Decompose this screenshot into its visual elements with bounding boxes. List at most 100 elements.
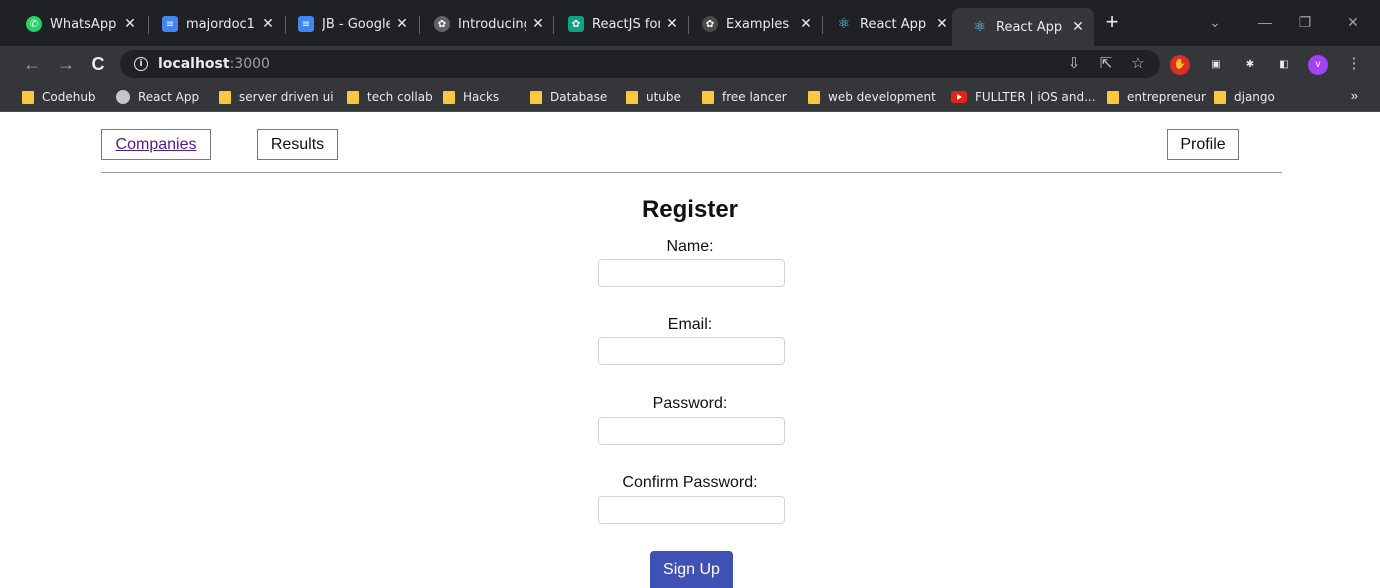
bookmark-label: utube — [646, 90, 681, 104]
browser-tab-bar: ✆ WhatsApp ✕ ≡ majordoc1 - ✕ ≡ JB - Goog… — [0, 0, 1380, 46]
bookmark-item[interactable]: Codehub — [22, 88, 96, 106]
bookmark-label: Hacks — [463, 90, 500, 104]
new-tab-button[interactable]: + — [1100, 10, 1124, 34]
folder-icon — [347, 90, 359, 104]
close-icon[interactable]: ✕ — [530, 16, 546, 32]
adblock-extension-icon[interactable]: ✋ — [1170, 55, 1190, 75]
bookmark-label: server driven ui — [239, 90, 334, 104]
bookmark-item[interactable]: FULLTER | iOS and... — [951, 88, 1096, 106]
tab-whatsapp[interactable]: ✆ WhatsApp ✕ — [6, 8, 146, 40]
nav-results-button[interactable]: Results — [257, 129, 338, 160]
bookmark-item[interactable]: server driven ui — [219, 88, 334, 106]
folder-icon — [808, 90, 820, 104]
install-app-icon[interactable]: ⇩ — [1062, 50, 1086, 78]
address-bar[interactable]: i localhost:3000 — [120, 50, 1160, 78]
close-icon[interactable]: ✕ — [934, 16, 950, 32]
close-icon[interactable]: ✕ — [798, 16, 814, 32]
tab-title: JB - Google — [322, 16, 390, 32]
name-field[interactable] — [598, 259, 785, 287]
close-icon[interactable]: ✕ — [664, 16, 680, 32]
bookmark-item[interactable]: Database — [530, 88, 607, 106]
folder-icon — [702, 90, 714, 104]
profile-avatar[interactable]: v — [1308, 55, 1328, 75]
app-navbar: Companies Results Profile — [101, 112, 1282, 173]
react-icon: ⚛ — [837, 16, 851, 32]
bookmark-item[interactable]: React App — [116, 88, 199, 106]
folder-icon — [1214, 90, 1226, 104]
email-label: Email: — [667, 316, 713, 333]
restore-icon[interactable]: ❐ — [1290, 8, 1320, 36]
bookmark-label: django — [1234, 90, 1275, 104]
close-icon[interactable]: ✕ — [260, 16, 276, 32]
picture-in-picture-icon[interactable]: ▣ — [1206, 55, 1226, 75]
page-title: Register — [641, 196, 739, 223]
password-label: Password: — [652, 395, 728, 412]
side-panel-icon[interactable]: ◧ — [1274, 55, 1294, 75]
chatgpt-icon: ✿ — [568, 16, 584, 32]
minimize-icon[interactable]: — — [1250, 8, 1280, 36]
tab-title: majordoc1 - — [186, 16, 256, 32]
tab-search-icon[interactable]: ⌄ — [1200, 8, 1230, 36]
site-info-icon[interactable]: i — [134, 57, 148, 71]
share-icon[interactable]: ⇱ — [1094, 50, 1118, 78]
whatsapp-icon: ✆ — [26, 16, 42, 32]
bookmark-item[interactable]: entrepreneur — [1107, 88, 1206, 106]
close-icon[interactable]: ✕ — [394, 16, 410, 32]
bookmark-label: React App — [138, 90, 200, 104]
close-icon[interactable]: ✕ — [122, 16, 138, 32]
extensions-puzzle-icon[interactable]: ✱ — [1240, 55, 1260, 75]
url-host: localhost — [158, 56, 230, 72]
folder-icon — [219, 90, 231, 104]
confirm-password-field[interactable] — [598, 496, 785, 524]
tab-react-app-active[interactable]: ⚛ React App ✕ — [952, 8, 1094, 46]
bookmark-item[interactable]: tech collab — [347, 88, 433, 106]
tab-reactjs[interactable]: ✿ ReactJS for ✕ — [548, 8, 688, 40]
bookmark-star-icon[interactable]: ☆ — [1126, 50, 1150, 78]
youtube-icon — [951, 91, 967, 103]
google-docs-icon: ≡ — [298, 16, 314, 32]
bookmarks-bar: Codehub React App server driven ui tech … — [0, 82, 1380, 112]
bookmark-label: entrepreneur — [1127, 90, 1206, 104]
name-label: Name: — [666, 238, 714, 255]
tab-title: React App — [860, 16, 927, 32]
email-field[interactable] — [598, 337, 785, 365]
tab-title: Examples - — [726, 16, 794, 32]
bookmark-label: tech collab — [367, 90, 433, 104]
tab-examples[interactable]: ✿ Examples - ✕ — [682, 8, 822, 40]
google-docs-icon: ≡ — [162, 16, 178, 32]
tab-jb-google[interactable]: ≡ JB - Google ✕ — [278, 8, 418, 40]
window-close-icon[interactable]: ✕ — [1338, 8, 1368, 36]
folder-icon — [443, 90, 455, 104]
browser-toolbar: ← → C i localhost:3000 ⇩ ⇱ ☆ ✋ ▣ ✱ ◧ v ⋮ — [0, 46, 1380, 82]
sign-up-button[interactable]: Sign Up — [650, 551, 733, 588]
tab-title: React App — [996, 19, 1063, 35]
tab-title: WhatsApp — [50, 16, 117, 32]
bookmark-item[interactable]: Hacks — [443, 88, 499, 106]
forward-icon[interactable]: → — [52, 50, 80, 78]
confirm-password-label: Confirm Password: — [622, 474, 758, 491]
close-icon[interactable]: ✕ — [1070, 19, 1086, 35]
nav-profile-button[interactable]: Profile — [1167, 129, 1239, 160]
folder-icon — [22, 90, 34, 104]
bookmark-label: FULLTER | iOS and... — [975, 90, 1096, 104]
tab-majordoc[interactable]: ≡ majordoc1 - ✕ — [142, 8, 284, 40]
bookmark-item[interactable]: free lancer — [702, 88, 787, 106]
password-field[interactable] — [598, 417, 785, 445]
folder-icon — [1107, 90, 1119, 104]
url-port: :3000 — [229, 56, 270, 72]
openai-icon: ✿ — [702, 16, 718, 32]
tab-title: ReactJS for — [592, 16, 660, 32]
bookmark-label: Database — [550, 90, 608, 104]
bookmark-item[interactable]: django — [1214, 88, 1275, 106]
tab-react-app[interactable]: ⚛ React App ✕ — [816, 8, 958, 40]
nav-companies-link[interactable]: Companies — [101, 129, 211, 160]
menu-kebab-icon[interactable]: ⋮ — [1342, 50, 1366, 78]
back-icon[interactable]: ← — [18, 50, 46, 78]
tab-title: Introducing — [458, 16, 526, 32]
bookmark-item[interactable]: web development — [808, 88, 936, 106]
tab-introducing[interactable]: ✿ Introducing ✕ — [414, 8, 554, 40]
bookmark-item[interactable]: utube — [626, 88, 681, 106]
bookmarks-overflow-icon[interactable]: » — [1351, 88, 1358, 103]
globe-icon — [116, 90, 130, 104]
reload-icon[interactable]: C — [84, 50, 112, 78]
